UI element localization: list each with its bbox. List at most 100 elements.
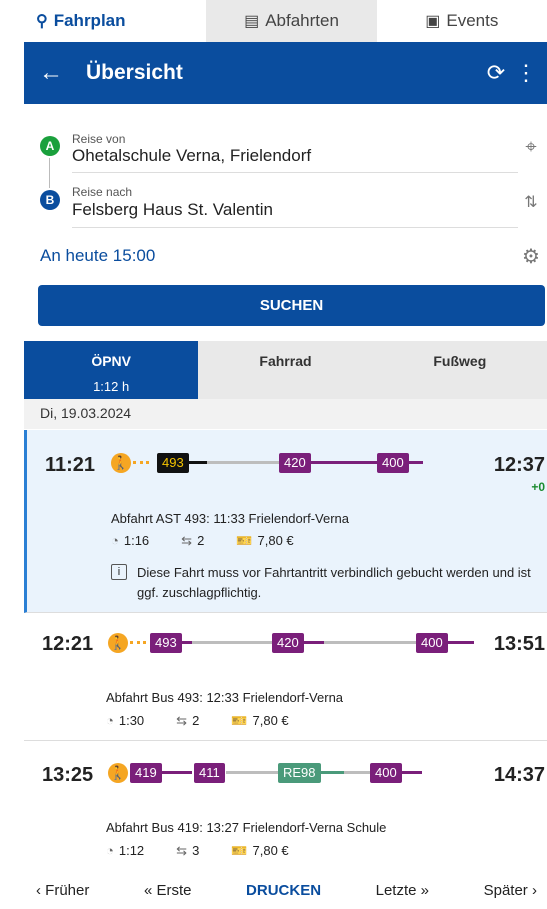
transfer-segment: [344, 771, 370, 774]
line-badge: RE98: [278, 763, 321, 783]
chevron-right-icon: ›: [527, 882, 537, 899]
refresh-icon[interactable]: ⟳: [481, 60, 511, 86]
connection-item[interactable]: 12:21 🚶 493 420 400 13:51 Abfahrt Bus 49…: [24, 613, 547, 741]
info-icon: i: [111, 564, 127, 580]
earlier-button[interactable]: ‹ Früher: [36, 882, 89, 899]
walk-icon: 🚶: [108, 763, 128, 783]
time-selector[interactable]: An heute 15:00: [40, 246, 155, 266]
ticket-icon: 🎫: [231, 843, 248, 858]
print-button[interactable]: DRUCKEN: [246, 882, 321, 899]
departure-time: 11:21: [45, 454, 96, 476]
departure-info: Abfahrt AST 493: 11:33 Frielendorf-Verna: [111, 511, 349, 526]
walk-dots: [133, 461, 149, 464]
connection-item[interactable]: 13:25 🚶 419 411 RE98 400 14:37 Abfahrt B…: [24, 741, 547, 869]
from-label: Reise von: [72, 132, 126, 146]
date-header: Di, 19.03.2024: [24, 399, 547, 429]
line-segment: [318, 771, 344, 774]
line-badge: 420: [279, 453, 311, 473]
double-chevron-left-icon: «: [143, 882, 157, 899]
destination-marker-icon: B: [40, 190, 60, 210]
line-segment: [182, 641, 192, 644]
changes: 2: [192, 713, 200, 728]
pagination-footer: ‹ Früher « Erste DRUCKEN Letzte » Später…: [24, 872, 547, 909]
last-button[interactable]: Letzte »: [376, 882, 429, 899]
line-segment: [311, 461, 377, 464]
from-field[interactable]: Ohetalschule Verna, Frielendorf: [72, 146, 311, 166]
ticket-icon: 🎫: [236, 533, 253, 548]
transfer-segment: [192, 641, 272, 644]
page-title: Übersicht: [86, 61, 183, 84]
arrival-time: 12:37: [493, 454, 545, 476]
route-connector: [49, 158, 50, 188]
settings-gear-icon[interactable]: ⚙: [517, 244, 545, 269]
arrow-left-icon[interactable]: ←: [24, 59, 78, 87]
to-label: Reise nach: [72, 185, 133, 199]
line-badge: 411: [194, 763, 225, 783]
transfer-icon: ⇆: [176, 843, 188, 858]
duration: 1:30: [118, 713, 145, 728]
connection-meta: ◔ 1:30 ⇆ 2 🎫 7,80 €: [106, 713, 321, 729]
line-segment: [402, 771, 422, 774]
first-label: Erste: [156, 882, 192, 899]
line-badge: 400: [416, 633, 448, 653]
connection-item[interactable]: 11:21 🚶 493 420 400 12:37 +0 Abfahrt AST…: [24, 430, 547, 613]
duration: 1:16: [123, 533, 150, 548]
app-header: ← Übersicht ⟳ ⋮: [24, 42, 547, 104]
transfer-segment: [226, 771, 278, 774]
to-divider: [72, 227, 518, 228]
notice-text: Diese Fahrt muss vor Fahrtantritt verbin…: [137, 565, 531, 600]
price: 7,80 €: [252, 713, 289, 728]
clock-icon: ◔: [106, 713, 114, 728]
departures-icon: ▤: [244, 13, 260, 30]
locate-icon[interactable]: ⌖: [517, 136, 545, 159]
departure-info: Abfahrt Bus 419: 13:27 Frielendorf-Verna…: [106, 820, 387, 835]
more-vertical-icon[interactable]: ⋮: [511, 60, 541, 86]
calendar-icon: ▣: [425, 13, 441, 30]
changes: 2: [197, 533, 205, 548]
walk-dots: [130, 641, 146, 644]
duration: 1:12: [118, 843, 145, 858]
line-badge: 400: [370, 763, 402, 783]
line-segment: [304, 641, 324, 644]
top-tab-bar: ⚲ Fahrplan ▤ Abfahrten ▣ Events: [24, 0, 547, 42]
departure-time: 12:21: [42, 633, 94, 655]
line-badge: 420: [272, 633, 304, 653]
to-field[interactable]: Felsberg Haus St. Valentin: [72, 200, 273, 220]
tab-events-label: Events: [446, 11, 499, 30]
later-label: Später: [483, 882, 528, 899]
transfer-icon: ⇆: [181, 533, 193, 548]
walk-icon: 🚶: [111, 453, 131, 473]
earlier-label: Früher: [45, 882, 90, 899]
tab-abfahrten[interactable]: ▤ Abfahrten: [206, 0, 377, 42]
tab-fahrplan[interactable]: ⚲ Fahrplan: [24, 0, 206, 42]
ticket-icon: 🎫: [231, 713, 248, 728]
tab-events[interactable]: ▣ Events: [377, 0, 547, 42]
later-button[interactable]: Später ›: [484, 882, 537, 899]
clock-icon: ◔: [111, 533, 119, 548]
tab-fahrplan-label: Fahrplan: [53, 11, 126, 30]
line-segment: [187, 461, 207, 464]
search-button[interactable]: SUCHEN: [38, 285, 545, 326]
route-form: A B Reise von Ohetalschule Verna, Friele…: [24, 104, 547, 340]
departure-info: Abfahrt Bus 493: 12:33 Frielendorf-Verna: [106, 690, 344, 705]
booking-notice: i Diese Fahrt muss vor Fahrtantritt verb…: [111, 563, 541, 603]
swap-icon[interactable]: ⇅: [517, 192, 545, 212]
arrival-time: 14:37: [493, 764, 545, 786]
first-button[interactable]: « Erste: [144, 882, 192, 899]
transfer-segment: [207, 461, 279, 464]
transfer-segment: [324, 641, 416, 644]
from-divider: [72, 172, 518, 173]
chevron-left-icon: ‹: [36, 882, 46, 899]
tab-oepnv-duration: 1:12 h: [93, 379, 130, 394]
tab-fahrrad[interactable]: Fahrrad: [198, 341, 372, 399]
walk-icon: 🚶: [108, 633, 128, 653]
line-badge: 419: [130, 763, 162, 783]
tab-oepnv[interactable]: ÖPNV 1:12 h: [24, 341, 199, 399]
departure-time: 13:25: [42, 764, 94, 786]
line-segment: [409, 461, 423, 464]
tab-fussweg[interactable]: Fußweg: [373, 341, 547, 399]
arrival-time: 13:51: [493, 633, 545, 655]
map-pin-icon: ⚲: [36, 13, 48, 30]
line-badge: 400: [377, 453, 409, 473]
mode-tab-bar: ÖPNV 1:12 h Fahrrad Fußweg: [24, 341, 547, 399]
